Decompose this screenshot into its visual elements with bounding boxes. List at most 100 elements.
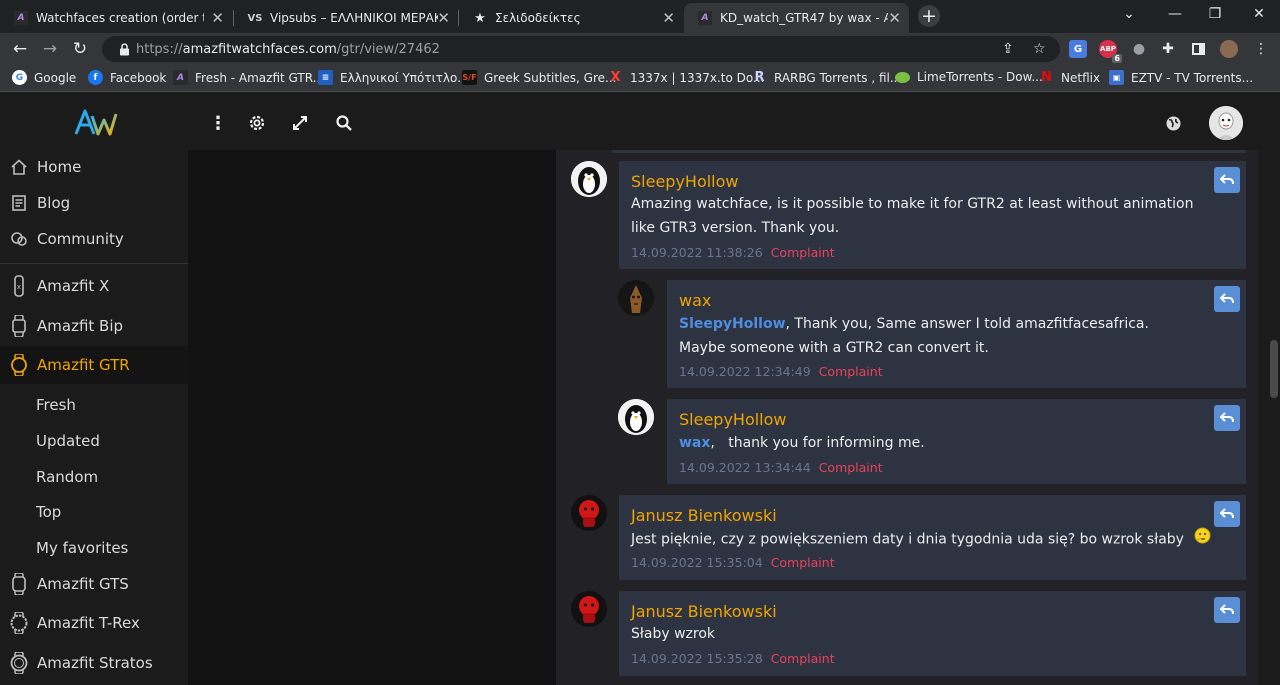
comment-mention[interactable]: SleepyHollow [679,316,786,332]
sidebar-item-updated[interactable]: Updated [0,422,188,460]
settings-gear-icon[interactable] [246,112,268,134]
tab-search-icon[interactable]: ⌄ [1114,4,1144,24]
complaint-link[interactable]: Complaint [771,555,835,570]
bookmark-facebook[interactable]: f Facebook [88,70,166,85]
penguin-avatar[interactable] [618,399,654,435]
site-logo[interactable] [74,108,118,140]
language-globe-icon[interactable] [1162,112,1184,134]
bookmark-greek-subs[interactable]: ≡ Ελληνικοί Υπότιτλο... [318,70,469,85]
sidebar-item-label: Amazfit Stratos [37,654,153,672]
eztv-icon: ▣ [1109,70,1124,85]
reload-icon[interactable]: ↻ [67,36,93,62]
wax-avatar[interactable] [618,280,654,316]
restore-icon[interactable]: ❐ [1200,4,1230,24]
sidebar-item-blog[interactable]: Blog [0,184,188,222]
new-tab-button[interactable]: + [918,5,940,27]
bookmark-1337x[interactable]: X 1337x | 1337x.to Do... [608,70,764,85]
reply-icon [1220,412,1234,423]
minimize-icon[interactable]: — [1160,4,1190,24]
sidebar-item-my-favorites[interactable]: My favorites [0,529,188,567]
browser-tab[interactable]: ★ Σελιδοδείκτες ✕ [459,3,683,33]
comment-author[interactable]: Janusz Bienkowski [631,602,777,621]
sidebar-item-community[interactable]: Community [0,220,188,258]
address-bar[interactable]: https://amazfitwatchfaces.com/gtr/view/2… [102,36,1060,62]
bookmark-label: Ελληνικοί Υπότιτλο... [340,70,469,85]
complaint-link[interactable]: Complaint [819,364,883,379]
fullscreen-icon[interactable] [289,112,311,134]
translate-extension-icon[interactable]: G [1069,40,1087,58]
sidebar-item-amazfit-t-rex[interactable]: Amazfit T-Rex [0,604,188,642]
comment-meta: 14.09.2022 13:34:44 Complaint [679,460,883,475]
sidebar-divider [0,263,188,264]
sidebar-item-home[interactable]: Home [0,148,188,186]
watch-icon [9,573,29,595]
bookmark-greek-subtitles[interactable]: S/F Greek Subtitles, Gre... [462,70,616,85]
sidebar-item-amazfit-stratos[interactable]: Amazfit Stratos [0,644,188,682]
bookmark-star-icon[interactable]: ☆ [1033,41,1046,57]
tab-close-icon[interactable]: ✕ [211,11,224,26]
scrollbar-thumb[interactable] [1270,340,1278,398]
star-icon: ★ [474,10,486,26]
reply-button[interactable] [1214,405,1240,431]
bookmark-rarbg[interactable]: R RARBG Torrents , fil... [752,70,901,85]
lime-icon [895,71,910,83]
comment-mention[interactable]: wax [679,435,710,451]
comment-author[interactable]: Janusz Bienkowski [631,506,777,525]
forward-icon[interactable]: → [37,36,63,62]
profile-avatar-icon[interactable] [1220,40,1238,58]
lock-icon[interactable] [115,42,133,56]
blog-icon [9,193,29,213]
back-icon[interactable]: ← [7,36,33,62]
bookmark-eztv[interactable]: ▣ EZTV - TV Torrents... [1109,70,1253,85]
page-scrollbar[interactable] [1265,150,1280,685]
sidebar-item-amazfit-gts[interactable]: Amazfit GTS [0,565,188,603]
menu-kebab-icon[interactable]: ⋮ [1252,40,1270,58]
bookmark-limetorrents[interactable]: LimeTorrents - Dow... [895,70,1043,84]
reply-button[interactable] [1214,167,1240,193]
comment-card-reply: SleepyHollow wax, thank you for informin… [667,399,1246,484]
share-icon[interactable]: ⇪ [1002,41,1014,57]
close-window-icon[interactable]: ✕ [1244,4,1274,24]
sidebar-item-label: Community [37,230,124,248]
menu-dots-icon[interactable]: ⋮ [207,112,229,134]
reply-button[interactable] [1214,286,1240,312]
complaint-link[interactable]: Complaint [771,651,835,666]
sidebar-item-random[interactable]: Random [0,458,188,496]
comment-author[interactable]: SleepyHollow [631,172,739,191]
side-panel-icon[interactable] [1189,40,1207,58]
sidebar-item-fresh[interactable]: Fresh [0,386,188,424]
boxer-avatar[interactable] [571,591,607,627]
sidebar-item-label: Top [36,503,62,521]
browser-tab-active[interactable]: A KD_watch_GTR47 by wax - Amazf ✕ [684,3,909,33]
sidebar-item-amazfit-x[interactable]: x Amazfit X [0,267,188,305]
adblock-extension-icon[interactable]: ABP 6 [1099,40,1122,63]
search-icon[interactable] [333,112,355,134]
bookmark-google[interactable]: G Google [12,70,76,85]
tab-close-icon[interactable]: ✕ [662,11,675,26]
tab-title: Σελιδοδείκτες [495,11,581,25]
complaint-link[interactable]: Complaint [819,460,883,475]
tab-close-icon[interactable]: ✕ [888,11,901,26]
penguin-avatar[interactable] [571,161,607,197]
sidebar-item-amazfit-bip[interactable]: Amazfit Bip [0,307,188,345]
bookmark-fresh-amazfit[interactable]: A Fresh - Amazfit GTR... [173,70,324,85]
comment-card: Janusz Bienkowski Słaby wzrok 14.09.2022… [619,591,1246,676]
sidebar-item-label: Fresh [36,396,76,414]
android-extension-icon[interactable]: ● [1130,40,1148,58]
user-avatar[interactable] [1209,106,1243,140]
svg-text:x: x [17,283,21,291]
sidebar-item-top[interactable]: Top [0,493,188,531]
sidebar-item-amazfit-gtr[interactable]: Amazfit GTR [0,346,188,384]
reply-button[interactable] [1214,597,1240,623]
complaint-link[interactable]: Complaint [771,245,835,260]
comment-author[interactable]: wax [679,291,711,310]
extensions-puzzle-icon[interactable]: ✚ [1159,40,1177,58]
comment-author[interactable]: SleepyHollow [679,410,787,429]
netflix-icon: N [1041,70,1052,85]
bookmark-netflix[interactable]: N Netflix [1039,70,1100,85]
browser-tab[interactable]: A Watchfaces creation (order table ✕ [0,3,232,33]
browser-tab[interactable]: VS Vipsubs – ΕΛΛΗΝΙΚΟΙ ΜΕΡΑΚΛΙΔ ✕ [234,3,458,33]
boxer-avatar[interactable] [571,495,607,531]
tab-close-icon[interactable]: ✕ [437,11,450,26]
reply-button[interactable] [1214,501,1240,527]
